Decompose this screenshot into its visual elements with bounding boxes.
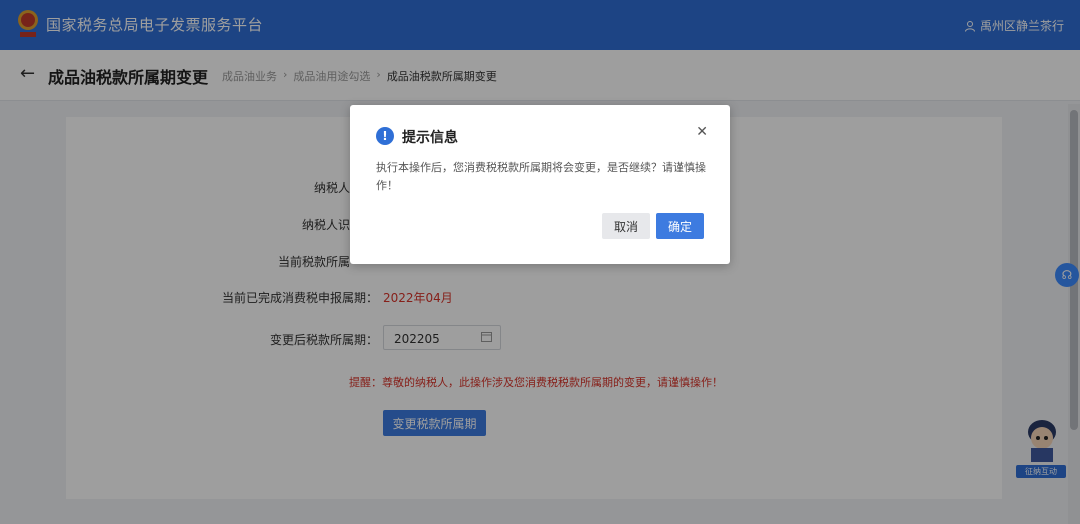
cancel-button[interactable]: 取消 (602, 213, 650, 239)
info-icon: ! (376, 127, 394, 145)
confirm-button[interactable]: 确定 (656, 213, 704, 239)
close-icon[interactable]: ✕ (696, 124, 708, 140)
dialog-title: 提示信息 (402, 130, 458, 146)
dialog-message: 执行本操作后，您消费税税款所属期将会变更，是否继续？请谨慎操作！ (376, 161, 706, 192)
confirm-dialog: ! 提示信息 ✕ 执行本操作后，您消费税税款所属期将会变更，是否继续？请谨慎操作… (350, 105, 730, 264)
